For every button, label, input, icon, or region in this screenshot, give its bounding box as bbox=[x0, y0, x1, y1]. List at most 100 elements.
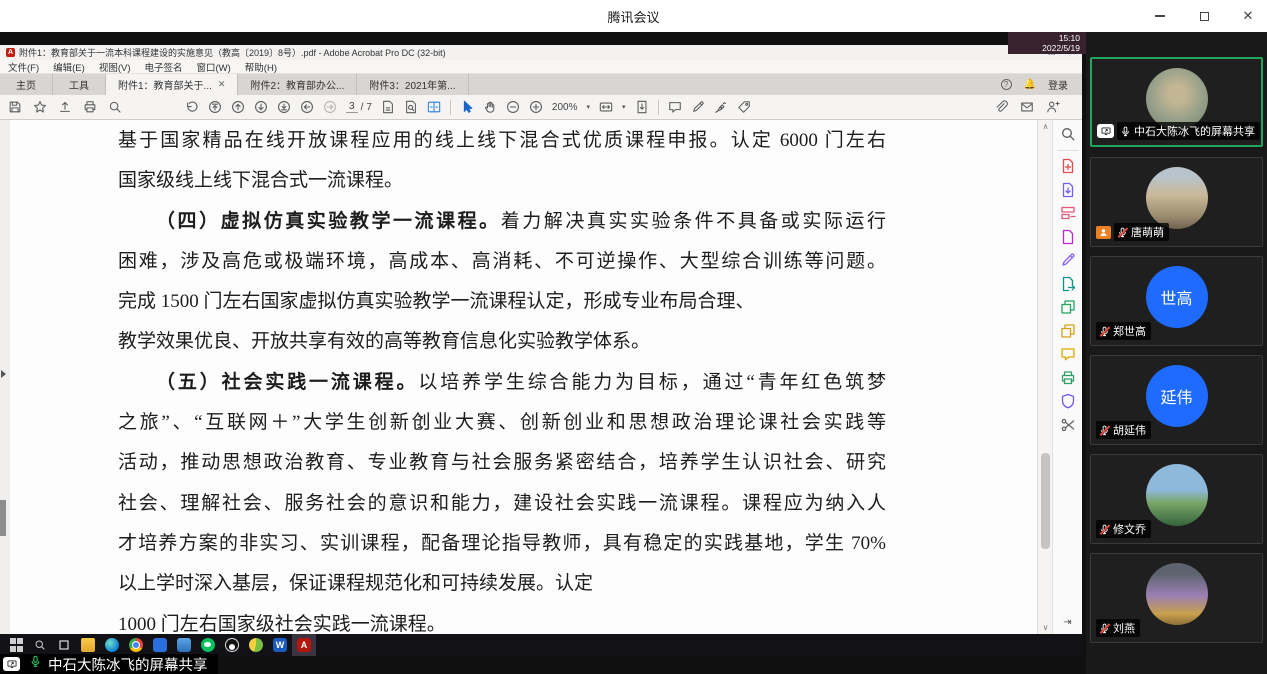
zoom-level-dropdown[interactable]: 200% ▾ bbox=[552, 102, 590, 113]
next-view-button[interactable] bbox=[323, 100, 337, 114]
last-page-button[interactable] bbox=[277, 100, 291, 114]
fit-width-button[interactable] bbox=[599, 100, 613, 114]
select-tool-button[interactable] bbox=[460, 100, 474, 114]
participant-tile-1[interactable]: 中石大陈冰飞的屏幕共享 bbox=[1090, 57, 1263, 147]
acrobat-toolbar: 3 / 7 200% ▾ ▾ bbox=[0, 95, 1082, 120]
mic-on-icon bbox=[29, 655, 42, 673]
redact-tool-button[interactable] bbox=[1060, 417, 1076, 433]
comment-tool-tool-button[interactable] bbox=[1060, 346, 1076, 362]
menu-item-5[interactable]: 帮助(H) bbox=[245, 60, 277, 74]
find-button[interactable] bbox=[108, 100, 122, 114]
tab-2[interactable]: 附件1：教育部关于...✕ bbox=[106, 74, 238, 95]
comment-button[interactable] bbox=[668, 100, 682, 114]
duplicate-tool-button[interactable] bbox=[1060, 323, 1076, 339]
document-line-8: 之旅”、“互联网＋”大学生创新创业大赛、创新创业和思想政治理论课社会实践等 bbox=[118, 403, 886, 443]
sign-icon bbox=[714, 100, 728, 114]
page-up-button[interactable] bbox=[231, 100, 245, 114]
acrobat-tabbar: 主页 工具 附件1：教育部关于...✕附件2：教育部办公...附件3：2021年第.… bbox=[0, 74, 1082, 95]
minimize-button[interactable] bbox=[1151, 7, 1169, 25]
split-view-button[interactable] bbox=[427, 100, 441, 114]
task-view-icon bbox=[58, 639, 70, 651]
taskbar-clock[interactable]: 15:10 2022/5/19 bbox=[1008, 32, 1086, 54]
print-button[interactable] bbox=[83, 100, 97, 114]
email-button[interactable] bbox=[1020, 100, 1034, 114]
login-button[interactable]: 登录 bbox=[1048, 77, 1068, 92]
tab-3[interactable]: 附件2：教育部办公... bbox=[238, 74, 357, 95]
page-number-field[interactable]: 3 bbox=[346, 101, 358, 113]
participant-name: 刘燕 bbox=[1113, 620, 1135, 636]
participant-tile-3[interactable]: 世高郑世高 bbox=[1090, 256, 1263, 346]
tab-4[interactable]: 附件3：2021年第... bbox=[357, 74, 468, 95]
page-down-button[interactable] bbox=[254, 100, 268, 114]
restore-button[interactable] bbox=[1195, 7, 1213, 25]
pencil-button[interactable] bbox=[691, 100, 705, 114]
scan-ocr-icon bbox=[1060, 370, 1076, 386]
page-preview-button[interactable] bbox=[404, 100, 418, 114]
participant-tile-6[interactable]: 刘燕 bbox=[1090, 553, 1263, 643]
menu-item-4[interactable]: 窗口(W) bbox=[197, 60, 231, 74]
tab-1[interactable]: 工具 bbox=[53, 74, 106, 95]
tab-0[interactable]: 主页 bbox=[0, 74, 53, 95]
nav-pane-expander-icon[interactable] bbox=[1, 370, 6, 378]
scroll-up-icon[interactable]: ∧ bbox=[1038, 122, 1053, 131]
create-pdf-tool-button[interactable] bbox=[1060, 158, 1076, 174]
stamp-button[interactable] bbox=[737, 100, 751, 114]
share-upload-button[interactable] bbox=[58, 100, 72, 114]
sign-button[interactable] bbox=[714, 100, 728, 114]
zoom-in-button[interactable] bbox=[529, 100, 543, 114]
undo-button[interactable] bbox=[185, 100, 199, 114]
mic-muted-icon bbox=[1099, 524, 1110, 535]
page-thumbnail-button[interactable] bbox=[381, 100, 395, 114]
participant-tile-5[interactable]: 修文乔 bbox=[1090, 454, 1263, 544]
search-tool-tool-button[interactable] bbox=[1060, 126, 1076, 142]
collapse-tools-icon[interactable]: ⇥ bbox=[1063, 617, 1071, 628]
prev-view-icon bbox=[300, 100, 314, 114]
tab-close-icon[interactable]: ✕ bbox=[218, 79, 226, 90]
star-button[interactable] bbox=[33, 100, 47, 114]
taskbar-qq[interactable] bbox=[220, 634, 244, 656]
combine-files-tool-button[interactable] bbox=[1060, 299, 1076, 315]
fill-sign-tool-button[interactable] bbox=[1060, 252, 1076, 268]
first-page-button[interactable] bbox=[208, 100, 222, 114]
menu-item-1[interactable]: 编辑(E) bbox=[53, 60, 85, 74]
fit-page-button[interactable] bbox=[635, 100, 649, 114]
edit-pdf-tool-button[interactable] bbox=[1060, 229, 1076, 245]
menu-item-0[interactable]: 文件(F) bbox=[8, 60, 39, 74]
menu-item-2[interactable]: 视图(V) bbox=[99, 60, 131, 74]
vertical-scrollbar[interactable]: ∧ ∨ bbox=[1037, 120, 1052, 634]
prev-view-button[interactable] bbox=[300, 100, 314, 114]
participant-tile-2[interactable]: 唐萌萌 bbox=[1090, 157, 1263, 247]
hand-tool-button[interactable] bbox=[483, 100, 497, 114]
mic-muted-icon bbox=[1099, 326, 1110, 337]
restore-icon bbox=[1200, 12, 1209, 21]
attachment-button[interactable] bbox=[994, 100, 1008, 114]
taskbar-word[interactable]: W bbox=[268, 634, 292, 656]
pdf-page[interactable]: 基于国家精品在线开放课程应用的线上线下混合式优质课程申报。认定 6000 门左右… bbox=[10, 120, 1037, 634]
zoom-out-button[interactable] bbox=[506, 100, 520, 114]
scan-ocr-tool-button[interactable] bbox=[1060, 370, 1076, 386]
save-icon bbox=[8, 100, 22, 114]
export-pdf-tool-button[interactable] bbox=[1060, 182, 1076, 198]
file-explorer-icon bbox=[81, 638, 95, 652]
protect-tool-button[interactable] bbox=[1060, 393, 1076, 409]
organize-pages-tool-button[interactable] bbox=[1060, 205, 1076, 221]
scroll-down-icon[interactable]: ∨ bbox=[1038, 623, 1053, 632]
taskbar-acrobat[interactable]: A bbox=[292, 634, 316, 656]
notifications-bell-icon[interactable]: 🔔 bbox=[1024, 79, 1036, 90]
taskbar-safety-360[interactable] bbox=[244, 634, 268, 656]
windows-logo-icon bbox=[9, 638, 23, 652]
menu-item-3[interactable]: 电子签名 bbox=[144, 60, 182, 74]
taskbar-start-button[interactable] bbox=[4, 634, 28, 656]
tab-label: 工具 bbox=[69, 77, 89, 92]
participant-tile-4[interactable]: 延伟胡延伟 bbox=[1090, 355, 1263, 445]
scrollbar-thumb[interactable] bbox=[1041, 453, 1050, 549]
search-tool-icon bbox=[1060, 126, 1076, 142]
save-button[interactable] bbox=[8, 100, 22, 114]
close-button[interactable]: ✕ bbox=[1239, 7, 1257, 25]
help-icon[interactable]: ? bbox=[1001, 79, 1012, 90]
send-review-tool-button[interactable] bbox=[1060, 276, 1076, 292]
page-preview-icon bbox=[404, 100, 418, 114]
tab-label: 主页 bbox=[16, 77, 36, 92]
left-edge-scroll-thumb[interactable] bbox=[0, 500, 6, 536]
share-person-button[interactable] bbox=[1046, 100, 1060, 114]
